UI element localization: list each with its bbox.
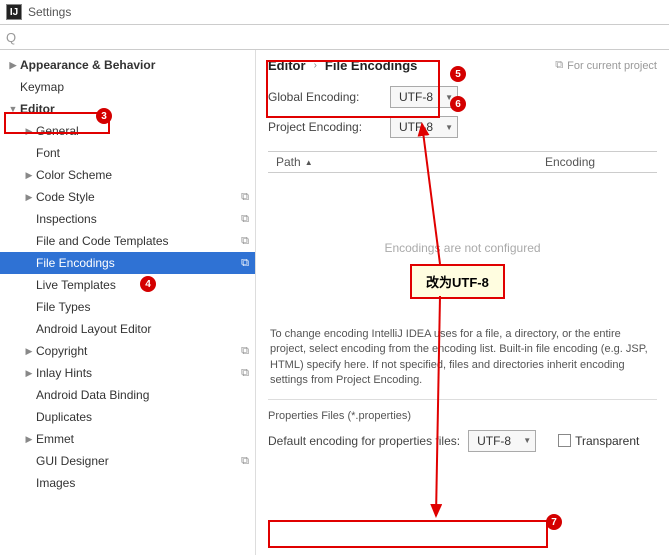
search-icon: Q	[6, 30, 16, 45]
default-properties-encoding-combo[interactable]: UTF-8 ▼	[468, 430, 536, 452]
transparent-label: Transparent	[575, 434, 639, 448]
default-properties-encoding-value: UTF-8	[477, 434, 517, 448]
help-text: To change encoding IntelliJ IDEA uses fo…	[268, 323, 657, 400]
tree-item-font[interactable]: Font	[0, 142, 255, 164]
chevron-down-icon: ▼	[445, 93, 453, 102]
tree-item-inlay-hints[interactable]: ▶Inlay Hints ⧉	[0, 362, 255, 384]
tree-item-label: Copyright	[36, 344, 237, 358]
tree-item-label: Keymap	[20, 80, 249, 94]
chevron-icon: ▼	[6, 104, 20, 114]
chevron-icon: ▶	[22, 126, 36, 137]
tree-item-code-style[interactable]: ▶Code Style ⧉	[0, 186, 255, 208]
project-encoding-label: Project Encoding:	[268, 120, 380, 134]
title-bar: IJ Settings	[0, 0, 669, 24]
project-icon: ⧉	[555, 59, 563, 72]
tree-item-appearance-behavior[interactable]: ▶Appearance & Behavior	[0, 54, 255, 76]
tree-item-copyright[interactable]: ▶Copyright ⧉	[0, 340, 255, 362]
tree-item-inspections[interactable]: Inspections ⧉	[0, 208, 255, 230]
tree-item-general[interactable]: ▶General	[0, 120, 255, 142]
chevron-icon: ▶	[6, 60, 20, 71]
window-title: Settings	[28, 5, 71, 19]
checkbox-box	[558, 434, 571, 447]
tree-item-label: Duplicates	[36, 410, 249, 424]
col-encoding[interactable]: Encoding	[537, 155, 657, 169]
default-properties-encoding-label: Default encoding for properties files:	[268, 434, 460, 448]
encodings-table-header: Path ▲ Encoding	[268, 151, 657, 173]
tree-item-label: Inspections	[36, 212, 237, 226]
global-encoding-value: UTF-8	[399, 90, 439, 104]
tree-item-label: GUI Designer	[36, 454, 237, 468]
tree-item-label: Inlay Hints	[36, 366, 237, 380]
crumb-file-encodings: File Encodings	[325, 58, 417, 73]
tree-item-label: File Types	[36, 300, 249, 314]
tree-item-keymap[interactable]: Keymap	[0, 76, 255, 98]
project-encoding-combo[interactable]: UTF-8 ▼	[390, 116, 458, 138]
tree-item-file-encodings[interactable]: File Encodings ⧉	[0, 252, 255, 274]
project-scope-icon: ⧉	[241, 345, 249, 358]
app-icon: IJ	[6, 4, 22, 20]
tree-item-label: File Encodings	[36, 256, 237, 270]
tree-item-editor[interactable]: ▼Editor	[0, 98, 255, 120]
tree-item-label: General	[36, 124, 249, 138]
transparent-checkbox[interactable]: Transparent	[558, 434, 639, 448]
tree-item-label: File and Code Templates	[36, 234, 237, 248]
chevron-icon: ▶	[22, 346, 36, 357]
chevron-right-icon: ›	[314, 60, 317, 71]
project-encoding-value: UTF-8	[399, 120, 439, 134]
project-scope-icon: ⧉	[241, 367, 249, 380]
chevron-icon: ▶	[22, 434, 36, 445]
global-encoding-label: Global Encoding:	[268, 90, 380, 104]
project-scope-icon: ⧉	[241, 191, 249, 204]
tree-item-label: Code Style	[36, 190, 237, 204]
tree-item-label: Android Data Binding	[36, 388, 249, 402]
encodings-table-body: Encodings are not configured	[268, 173, 657, 323]
properties-section-title: Properties Files (*.properties)	[268, 410, 657, 422]
tree-item-android-layout-editor[interactable]: Android Layout Editor	[0, 318, 255, 340]
project-scope-icon: ⧉	[241, 257, 249, 270]
chevron-down-icon: ▼	[523, 436, 531, 445]
tree-item-label: Android Layout Editor	[36, 322, 249, 336]
project-scope-icon: ⧉	[241, 455, 249, 468]
for-current-project-label: ⧉ For current project	[555, 59, 657, 72]
search-bar[interactable]: Q	[0, 24, 669, 50]
tree-item-gui-designer[interactable]: GUI Designer ⧉	[0, 450, 255, 472]
chevron-icon: ▶	[22, 192, 36, 203]
empty-table-text: Encodings are not configured	[384, 241, 540, 255]
tree-item-label: Live Templates	[36, 278, 249, 292]
tree-item-label: Editor	[20, 102, 249, 116]
tree-item-color-scheme[interactable]: ▶Color Scheme	[0, 164, 255, 186]
tree-item-label: Images	[36, 476, 249, 490]
chevron-down-icon: ▼	[445, 123, 453, 132]
tree-item-file-types[interactable]: File Types	[0, 296, 255, 318]
content-panel: Editor › File Encodings ⧉ For current pr…	[256, 50, 669, 555]
sort-asc-icon: ▲	[305, 158, 313, 167]
project-scope-icon: ⧉	[241, 213, 249, 226]
tree-item-label: Font	[36, 146, 249, 160]
tree-item-file-and-code-templates[interactable]: File and Code Templates ⧉	[0, 230, 255, 252]
crumb-editor[interactable]: Editor	[268, 58, 306, 73]
project-scope-icon: ⧉	[241, 235, 249, 248]
settings-tree[interactable]: ▶Appearance & BehaviorKeymap▼Editor▶Gene…	[0, 50, 256, 555]
tree-item-duplicates[interactable]: Duplicates	[0, 406, 255, 428]
tree-item-live-templates[interactable]: Live Templates	[0, 274, 255, 296]
tree-item-emmet[interactable]: ▶Emmet	[0, 428, 255, 450]
tree-item-label: Color Scheme	[36, 168, 249, 182]
global-encoding-combo[interactable]: UTF-8 ▼	[390, 86, 458, 108]
chevron-icon: ▶	[22, 368, 36, 379]
tree-item-label: Emmet	[36, 432, 249, 446]
breadcrumb: Editor › File Encodings ⧉ For current pr…	[268, 58, 657, 73]
col-path[interactable]: Path ▲	[268, 155, 537, 169]
tree-item-android-data-binding[interactable]: Android Data Binding	[0, 384, 255, 406]
chevron-icon: ▶	[22, 170, 36, 181]
search-input[interactable]	[20, 30, 663, 44]
tree-item-label: Appearance & Behavior	[20, 58, 249, 72]
tree-item-images[interactable]: Images	[0, 472, 255, 494]
